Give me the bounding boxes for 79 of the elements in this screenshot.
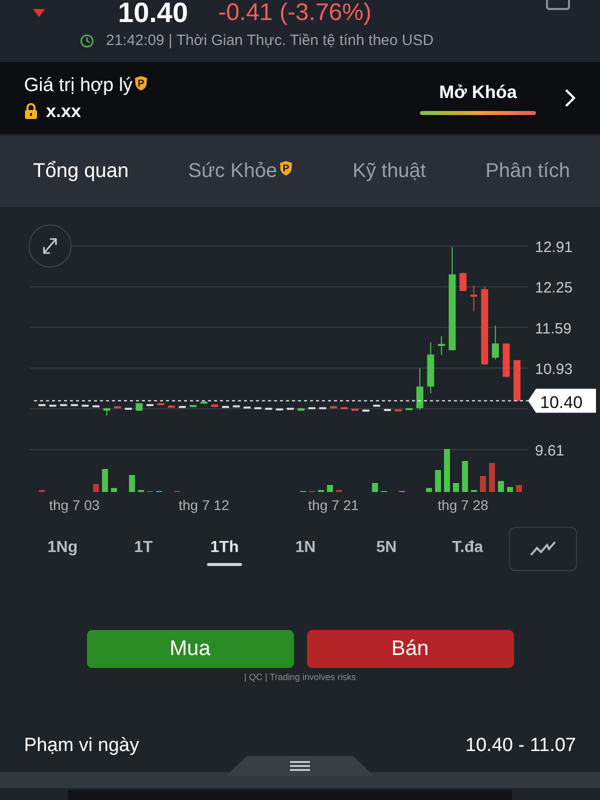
candlestick [330, 405, 337, 409]
premium-badge: P [279, 160, 294, 176]
candlestick [298, 408, 305, 412]
price-axis-label: 9.61 [535, 442, 564, 460]
premium-badge: P [134, 74, 148, 90]
price-axis-label: 12.25 [535, 280, 573, 297]
volume-bar [453, 483, 459, 492]
candlestick [340, 406, 348, 410]
candlestick [103, 408, 110, 416]
buy-button[interactable]: Mua [86, 630, 294, 668]
volume-bar [111, 488, 117, 492]
price-change: -0.41 (-3.76%) [218, 0, 372, 26]
candlestick [168, 405, 176, 408]
date-axis-label: thg 7 28 [438, 497, 488, 513]
volume-bar [498, 481, 504, 492]
candlestick [406, 408, 413, 411]
fair-value-label: Giá trị hợp lý [24, 74, 133, 96]
tab[interactable]: Phân tích [485, 160, 570, 183]
ad-disclaimer: | QC | Trading involves risks [244, 672, 356, 682]
stock-price: 10.40 [118, 0, 188, 26]
range-tab[interactable]: 5N [346, 538, 427, 566]
volume-bar [102, 469, 108, 492]
volume-bar [489, 463, 495, 492]
price-axis-label: 10.93 [535, 361, 573, 378]
clock-icon [80, 34, 94, 48]
day-range-value: 10.40 - 11.07 [465, 735, 576, 757]
bookmark-box-icon[interactable] [546, 0, 570, 10]
volume-bar [480, 476, 486, 492]
day-range-label: Phạm vi ngày [24, 735, 140, 757]
volume-bar [129, 475, 135, 492]
range-tab[interactable]: T.đa [427, 538, 508, 566]
price-axis-label: 12.91 [535, 239, 573, 256]
tab[interactable]: Kỹ thuật [352, 160, 426, 183]
last-price-tag: 10.40 [528, 388, 596, 413]
candlestick [136, 402, 143, 412]
line-chart-icon [530, 541, 556, 557]
candlestick [157, 402, 164, 406]
chart-type-button[interactable] [509, 527, 577, 571]
menu-icon [290, 761, 310, 771]
candlestick [502, 342, 510, 378]
candlestick [146, 404, 154, 406]
candlestick [460, 272, 467, 292]
volume-bar [462, 461, 468, 492]
volume-bar [435, 470, 441, 492]
tab[interactable]: Tổng quan [33, 160, 129, 183]
date-axis-label: thg 7 12 [178, 497, 230, 513]
chevron-right-icon[interactable] [564, 88, 576, 108]
volume-bar [426, 488, 432, 492]
candlestick [211, 404, 218, 408]
price-axis-label: 11.59 [535, 320, 572, 338]
range-tab[interactable]: 1Ng [22, 538, 103, 566]
fair-value: x.xx [46, 100, 82, 122]
candlestick [470, 284, 478, 312]
realtime-note: 21:42:09 | Thời Gian Thực. Tiền tệ tính theo USD [106, 32, 434, 49]
volume-bar [372, 483, 378, 492]
unlock-link[interactable]: Mở Khóa [439, 82, 517, 102]
candlestick [492, 325, 499, 360]
range-tab[interactable]: 1Th [184, 538, 265, 566]
range-tab[interactable]: 1N [265, 538, 346, 566]
volume-bar [327, 485, 333, 492]
volume-bar [93, 484, 99, 492]
volume-bar [507, 487, 513, 492]
tab[interactable]: Sức Khỏe P [188, 160, 294, 183]
candlestick [438, 336, 445, 356]
ref-line-label: 10.40 [540, 392, 583, 412]
range-tab[interactable]: 1T [103, 538, 184, 566]
sell-button[interactable]: Bán [306, 630, 514, 668]
candlestick [427, 342, 434, 394]
volume-bar [516, 485, 522, 492]
expand-icon[interactable] [28, 224, 72, 268]
candlestick [114, 406, 122, 409]
candlestick [416, 368, 424, 411]
candlestick [514, 360, 520, 402]
date-axis-label: thg 7 21 [308, 497, 359, 513]
candlestick [200, 402, 208, 404]
lock-icon [24, 103, 38, 119]
candlestick [124, 408, 132, 410]
volume-bar [444, 449, 450, 492]
date-axis-label: thg 7 03 [49, 497, 100, 513]
